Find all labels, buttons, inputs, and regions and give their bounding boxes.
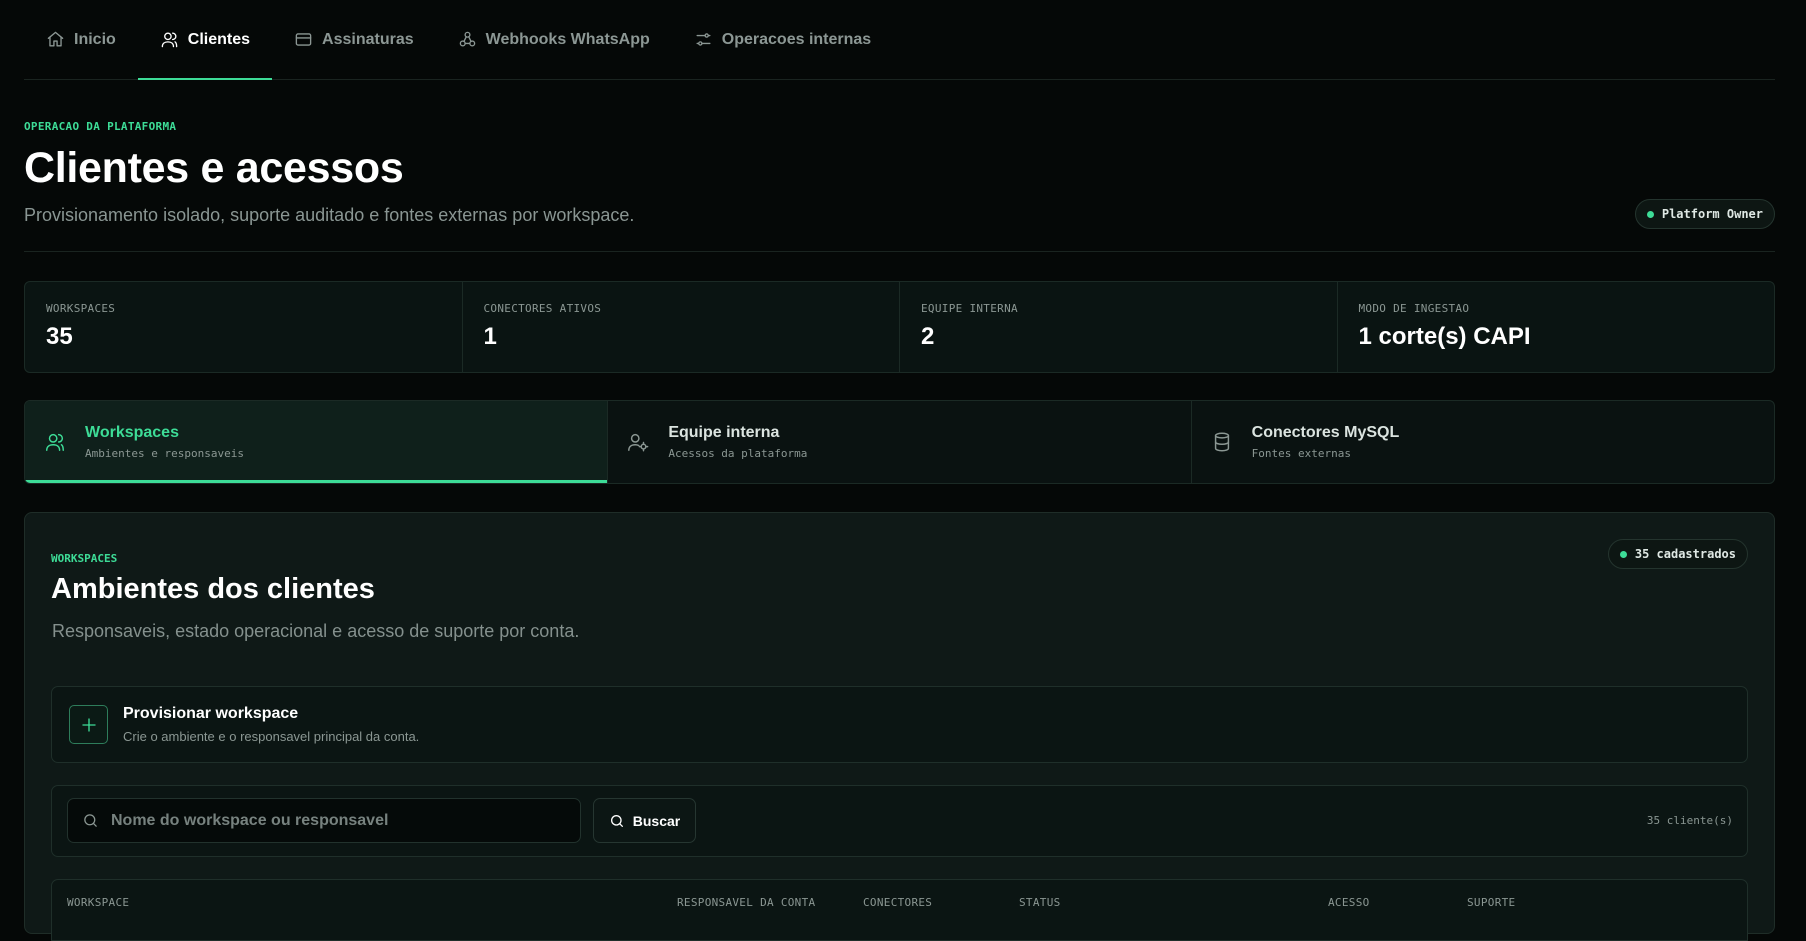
stat-workspaces: WORKSPACES 35 (25, 282, 463, 372)
column-header-responsavel[interactable]: RESPONSAVEL DA CONTA (677, 896, 815, 909)
plus-icon (81, 717, 96, 732)
table-header: WORKSPACE RESPONSAVEL DA CONTA CONECTORE… (51, 879, 1748, 941)
workspaces-panel: WORKSPACES Ambientes dos clientes Respon… (24, 512, 1775, 941)
search-icon (610, 814, 623, 827)
nav-item-label: Operacoes internas (721, 30, 872, 48)
tab-title: Conectores MySQL (1251, 424, 1400, 441)
panel-eyebrow: WORKSPACES (51, 552, 118, 565)
search-field[interactable] (67, 798, 581, 843)
stats-bar: WORKSPACES 35 CONECTORES ATIVOS 1 EQUIPE… (24, 281, 1775, 373)
plus-icon-box (69, 705, 108, 744)
nav-item-label: Assinaturas (322, 30, 414, 48)
provision-subtitle: Crie o ambiente e o responsavel principa… (123, 729, 420, 744)
users-icon (46, 433, 64, 451)
webhook-icon (459, 31, 475, 47)
status-dot-icon (1646, 210, 1654, 218)
page: Inicio Clientes Assinaturas Webhooks Wha… (24, 0, 1775, 941)
nav-item-label: Clientes (187, 30, 251, 48)
home-icon (47, 31, 64, 47)
users-icon (161, 32, 178, 48)
role-badge: Platform Owner (1634, 199, 1775, 229)
status-dot-icon (1619, 550, 1627, 558)
sliders-icon (696, 33, 711, 46)
user-settings-icon (628, 433, 649, 452)
search-input[interactable] (109, 810, 553, 831)
count-badge: 35 cadastrados (1607, 539, 1748, 569)
provision-workspace-button[interactable]: Provisionar workspace Crie o ambiente e … (51, 686, 1748, 763)
nav-item-label: Webhooks WhatsApp (485, 30, 650, 48)
panel-title: Ambientes dos clientes (51, 573, 375, 605)
column-header-acesso[interactable]: ACESSO (1328, 896, 1370, 909)
tab-subtitle: Acessos da plataforma (668, 447, 808, 460)
result-count: 35 cliente(s) (1646, 814, 1733, 827)
tab-equipe-interna[interactable]: Equipe interna Acessos da plataforma (608, 401, 1192, 483)
tab-workspaces[interactable]: Workspaces Ambientes e responsaveis (25, 401, 609, 483)
column-header-status[interactable]: STATUS (1019, 896, 1061, 909)
search-button[interactable]: Buscar (593, 798, 696, 843)
stat-label: MODO DE INGESTAO (1358, 302, 1470, 315)
stat-label: WORKSPACES (46, 302, 116, 315)
top-nav: Inicio Clientes Assinaturas Webhooks Wha… (24, 0, 1775, 80)
database-icon (1214, 432, 1229, 452)
column-header-workspace[interactable]: WORKSPACE (67, 896, 129, 909)
stat-value: 1 (483, 323, 497, 350)
tab-subtitle: Ambientes e responsaveis (85, 447, 244, 460)
role-badge-label: Platform Owner (1661, 207, 1763, 221)
nav-item-webhooks-whatsapp[interactable]: Webhooks WhatsApp (436, 0, 672, 79)
stat-value: 1 corte(s) CAPI (1358, 323, 1531, 350)
page-title: Clientes e acessos (24, 144, 404, 192)
tab-conectores-mysql[interactable]: Conectores MySQL Fontes externas (1192, 401, 1774, 483)
panel-subtitle: Responsaveis, estado operacional e acess… (52, 621, 580, 641)
nav-item-assinaturas[interactable]: Assinaturas (272, 0, 436, 79)
stat-equipe-interna: EQUIPE INTERNA 2 (900, 282, 1338, 372)
nav-item-inicio[interactable]: Inicio (24, 0, 138, 79)
nav-item-clientes[interactable]: Clientes (137, 0, 273, 80)
page-eyebrow: OPERACAO DA PLATAFORMA (24, 120, 177, 133)
tab-title: Workspaces (85, 424, 179, 441)
tab-title: Equipe interna (668, 424, 780, 441)
stat-label: EQUIPE INTERNA (921, 302, 1018, 315)
nav-item-label: Inicio (74, 30, 116, 48)
stat-value: 35 (46, 323, 73, 350)
stat-conectores-ativos: CONECTORES ATIVOS 1 (463, 282, 900, 372)
credit-card-icon (295, 33, 312, 46)
search-button-label: Buscar (632, 812, 681, 829)
search-icon (84, 814, 97, 827)
stat-value: 2 (921, 323, 935, 350)
page-header: OPERACAO DA PLATAFORMA Clientes e acesso… (24, 80, 1775, 252)
stat-label: CONECTORES ATIVOS (483, 302, 602, 315)
section-tabs: Workspaces Ambientes e responsaveis Equi… (24, 400, 1775, 484)
column-header-conectores[interactable]: CONECTORES (863, 896, 932, 909)
search-bar: Buscar 35 cliente(s) (51, 785, 1748, 857)
count-badge-label: 35 cadastrados (1634, 547, 1736, 561)
page-subtitle: Provisionamento isolado, suporte auditad… (24, 205, 635, 225)
column-header-suporte[interactable]: SUPORTE (1467, 896, 1515, 909)
nav-item-operacoes-internas[interactable]: Operacoes internas (672, 0, 893, 79)
provision-title: Provisionar workspace (123, 705, 299, 722)
stat-modo-ingestao: MODO DE INGESTAO 1 corte(s) CAPI (1338, 282, 1775, 372)
tab-subtitle: Fontes externas (1251, 447, 1351, 460)
